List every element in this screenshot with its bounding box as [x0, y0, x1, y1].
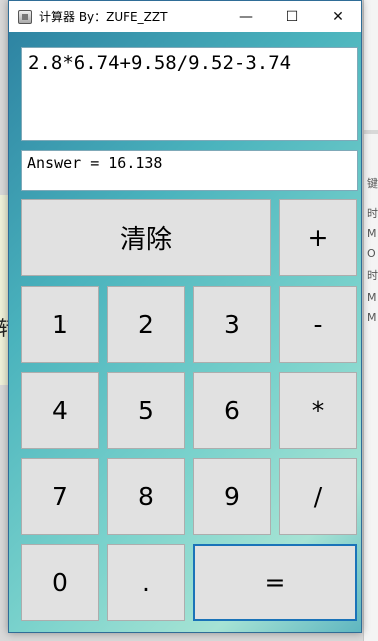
digit-6-button[interactable]: 6	[193, 372, 271, 449]
background-app-right: 键 时 M O 时 M M	[363, 0, 378, 641]
background-right-text: 时	[367, 207, 378, 220]
clear-button[interactable]: 清除	[21, 199, 271, 276]
digit-2-button[interactable]: 2	[107, 286, 185, 363]
digit-7-button[interactable]: 7	[21, 458, 99, 535]
digit-0-button[interactable]: 0	[21, 544, 99, 621]
window-controls: — ☐ ✕	[223, 1, 361, 32]
divide-button[interactable]: /	[279, 458, 357, 535]
digit-4-button[interactable]: 4	[21, 372, 99, 449]
digit-3-button[interactable]: 3	[193, 286, 271, 363]
maximize-button[interactable]: ☐	[269, 1, 315, 32]
title-bar[interactable]: 计算器 By：ZUFE_ZZT — ☐ ✕	[9, 1, 361, 32]
digit-8-button[interactable]: 8	[107, 458, 185, 535]
background-right-text: 键	[367, 177, 378, 190]
background-right-text: O	[367, 247, 376, 260]
background-divider	[364, 130, 378, 134]
digit-5-button[interactable]: 5	[107, 372, 185, 449]
background-right-text: M	[367, 227, 377, 240]
maximize-icon: ☐	[285, 8, 299, 25]
background-right-text: M	[367, 291, 377, 304]
plus-button[interactable]: +	[279, 199, 357, 276]
close-icon: ✕	[332, 8, 344, 25]
digit-9-button[interactable]: 9	[193, 458, 271, 535]
equals-button[interactable]: =	[193, 544, 357, 621]
answer-display: Answer = 16.138	[21, 150, 358, 191]
calculator-window: 计算器 By：ZUFE_ZZT — ☐ ✕ 2.8*6.74+9.58/9.52…	[8, 0, 362, 633]
background-right-text: 时	[367, 269, 378, 282]
multiply-button[interactable]: *	[279, 372, 357, 449]
minus-button[interactable]: -	[279, 286, 357, 363]
expression-display[interactable]: 2.8*6.74+9.58/9.52-3.74	[21, 47, 358, 141]
minimize-icon: —	[239, 8, 253, 25]
digit-1-button[interactable]: 1	[21, 286, 99, 363]
close-button[interactable]: ✕	[315, 1, 361, 32]
background-right-text: M	[367, 311, 377, 324]
window-title: 计算器 By：ZUFE_ZZT	[39, 10, 168, 24]
app-icon	[18, 9, 32, 24]
minimize-button[interactable]: —	[223, 1, 269, 32]
decimal-point-button[interactable]: .	[107, 544, 185, 621]
calculator-body: 2.8*6.74+9.58/9.52-3.74 Answer = 16.138 …	[9, 32, 361, 632]
